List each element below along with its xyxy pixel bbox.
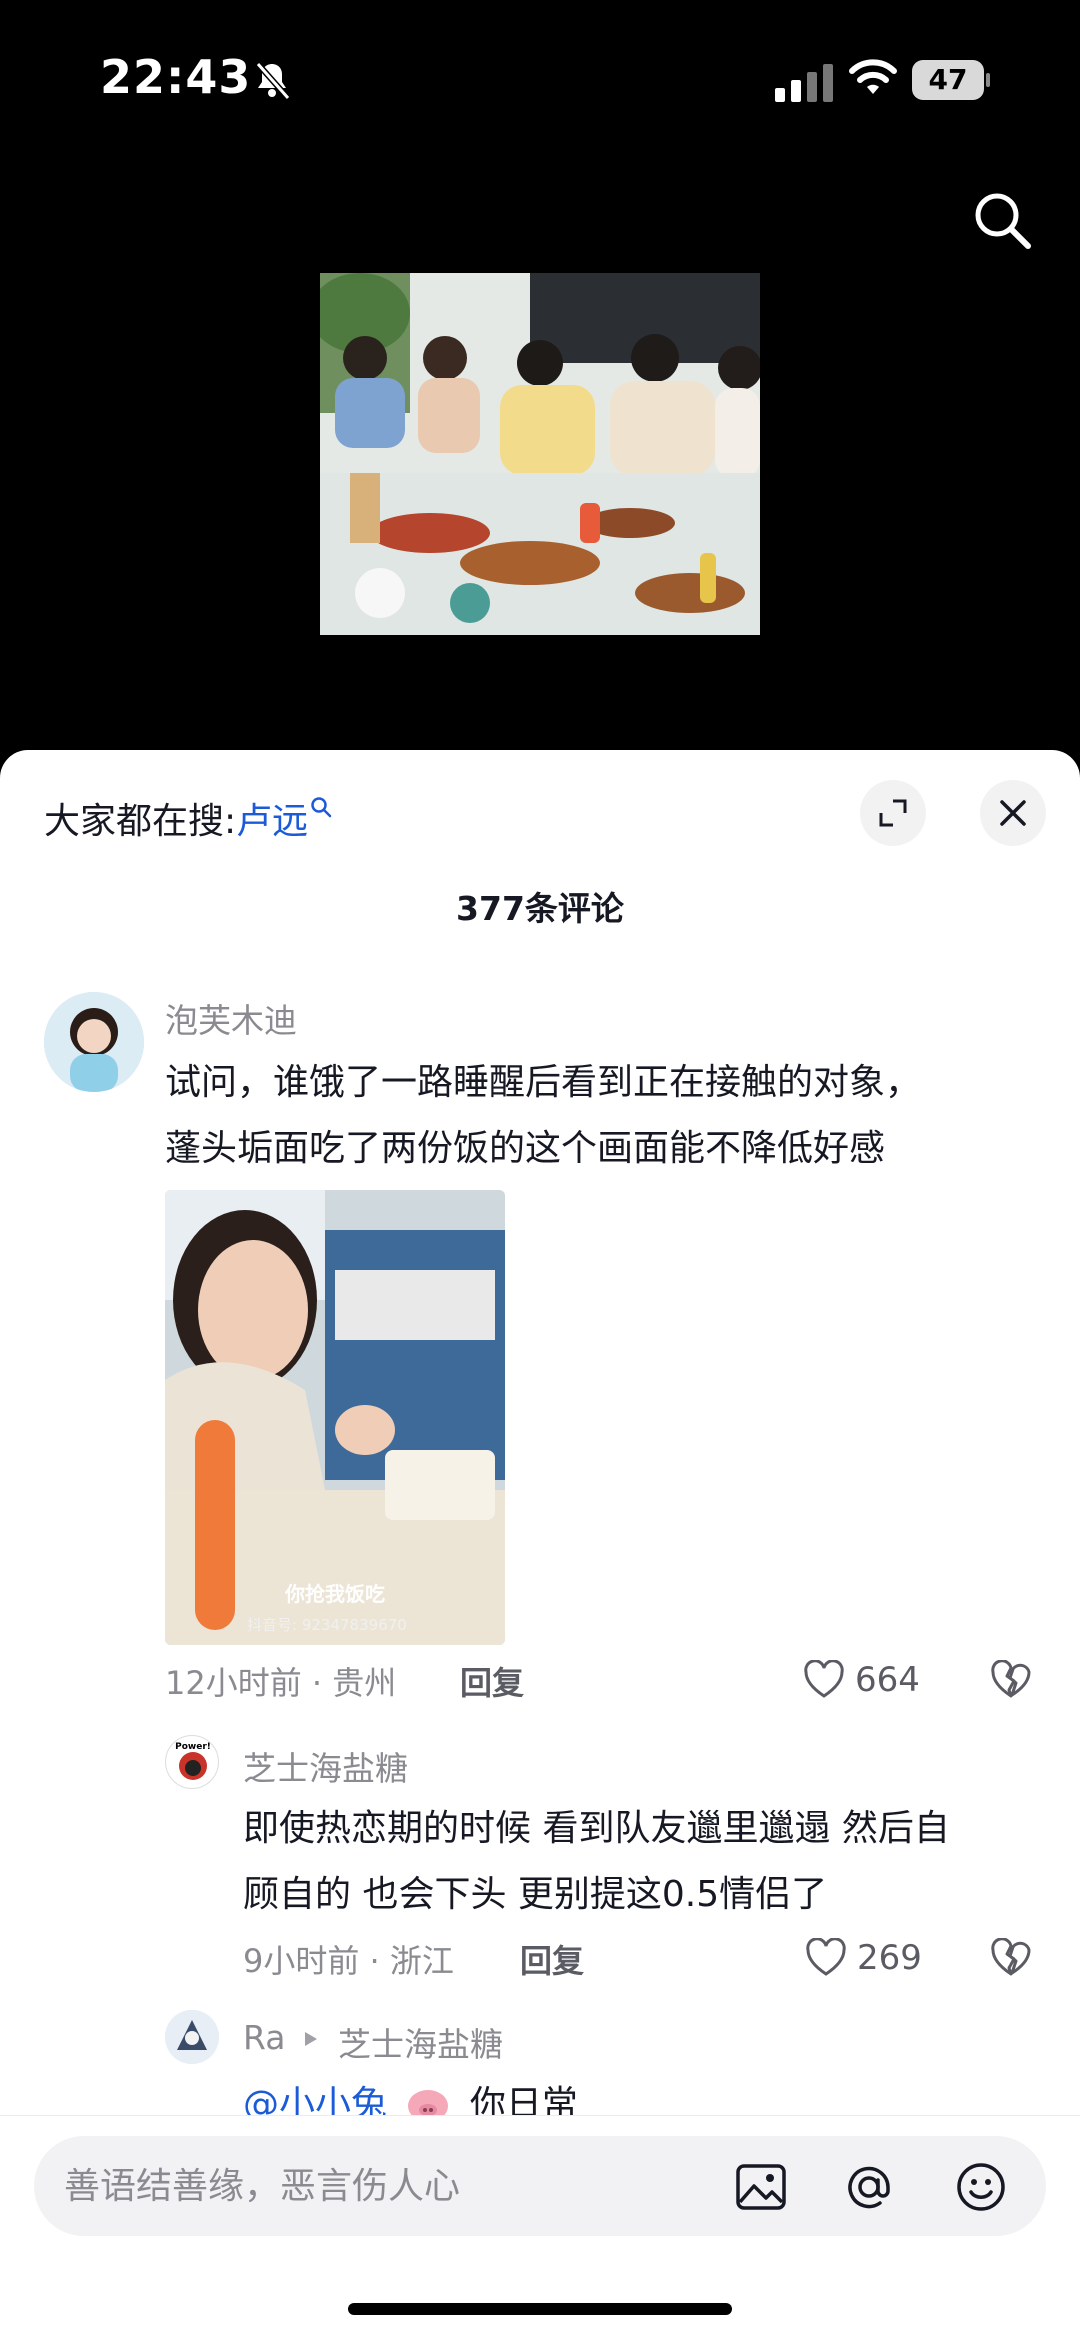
home-indicator[interactable]	[348, 2303, 732, 2315]
comment-text-line: 顾自的 也会下头 更别提这0.5情侣了	[243, 1874, 828, 1915]
at-icon[interactable]	[842, 2160, 896, 2214]
broken-heart-icon[interactable]	[990, 1660, 1032, 1700]
comment-username[interactable]: 泡芙木迪	[165, 994, 297, 1042]
comment-input[interactable]	[64, 2136, 704, 2236]
comment-image[interactable]: 你抢我饭吃 抖音号: 92347839670	[165, 1190, 505, 1645]
reply-arrow-icon	[305, 2032, 317, 2046]
like-count: 269	[857, 1938, 922, 1978]
emoji-icon[interactable]	[954, 2160, 1008, 2214]
heart-icon	[806, 1938, 846, 1976]
battery-icon: 47	[912, 60, 990, 100]
trending-prefix: 大家都在搜:	[44, 801, 237, 842]
trending-keyword[interactable]: 卢远	[236, 801, 308, 842]
comment-username[interactable]: Ra	[243, 2018, 285, 2057]
small-search-icon	[311, 797, 332, 818]
avatar[interactable]: Power!	[165, 1735, 219, 1789]
battery-level: 47	[912, 60, 984, 100]
reply-to-username[interactable]: 芝士海盐糖	[338, 2018, 503, 2066]
status-bar: 22:43 47	[0, 0, 1080, 160]
search-icon[interactable]	[970, 188, 1034, 252]
avatar-text: Power!	[175, 1742, 211, 1752]
reply-button[interactable]: 回复	[520, 1936, 584, 1982]
image-watermark: 抖音号: 92347839670	[247, 1616, 407, 1634]
comment-sheet: 大家都在搜:卢远 377条评论 泡芙木迪 试问，谁饿了一路睡醒后看到正在接触的对…	[0, 750, 1080, 2341]
broken-heart-icon[interactable]	[990, 1938, 1032, 1978]
wifi-icon	[849, 59, 897, 94]
comment-username[interactable]: 芝士海盐糖	[243, 1742, 408, 1790]
signal-icon	[775, 64, 833, 102]
comment-time-location: 12小时前 · 贵州	[165, 1664, 397, 1702]
heart-icon	[804, 1660, 844, 1698]
comment-text-line: 蓬头垢面吃了两份饭的这个画面能不降低好感	[165, 1128, 886, 1169]
like-count: 664	[855, 1660, 920, 1700]
trending-search[interactable]: 大家都在搜:卢远	[44, 792, 332, 844]
expand-icon	[879, 799, 907, 827]
image-icon[interactable]	[734, 2160, 788, 2214]
reply-button[interactable]: 回复	[460, 1658, 524, 1704]
bell-muted-icon	[255, 62, 291, 100]
close-button[interactable]	[980, 780, 1046, 846]
comment-time-location: 9小时前 · 浙江	[243, 1942, 454, 1980]
avatar[interactable]	[165, 2010, 219, 2064]
comment-text-line: 即使热恋期的时候 看到队友邋里邋遢 然后自	[243, 1808, 950, 1849]
comment-input-container[interactable]	[34, 2136, 1046, 2236]
image-caption: 你抢我饭吃	[285, 1582, 385, 1606]
video-thumbnail[interactable]	[320, 273, 760, 635]
comment-count: 377条评论	[456, 889, 624, 928]
expand-button[interactable]	[860, 780, 926, 846]
close-icon	[1000, 800, 1026, 826]
status-time: 22:43	[100, 50, 252, 104]
comment-text-line: 试问，谁饿了一路睡醒后看到正在接触的对象，	[165, 1062, 922, 1103]
avatar[interactable]	[44, 992, 144, 1092]
